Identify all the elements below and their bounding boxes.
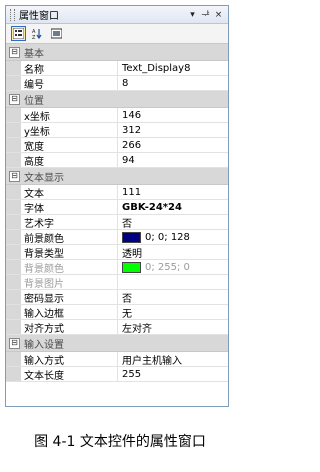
property-grid: ⊟ 基本 名称 Text_Display8 编号 8 ⊟ 位置 x坐标 146 … [6, 44, 228, 382]
property-name: 名称 [21, 61, 118, 76]
property-value[interactable]: GBK-24*24 [118, 200, 228, 214]
property-row-name[interactable]: 名称 Text_Display8 [6, 61, 228, 76]
category-label: 文本显示 [24, 172, 64, 184]
property-value[interactable]: 255 [118, 367, 228, 381]
category-position[interactable]: ⊟ 位置 [6, 91, 228, 108]
property-row-font[interactable]: 字体 GBK-24*24 [6, 200, 228, 215]
property-row-input-border[interactable]: 输入边框 无 [6, 305, 228, 320]
collapse-icon[interactable]: ⊟ [9, 170, 20, 182]
property-value[interactable]: 用户主机输入 [118, 352, 228, 367]
property-name: x坐标 [21, 108, 118, 123]
figure-caption: 图 4-1 文本控件的属性窗口 [34, 434, 206, 450]
category-label: 位置 [24, 95, 44, 107]
svg-text:Z: Z [32, 35, 36, 39]
property-name: 背景颜色 [21, 260, 118, 275]
color-value: 0; 0; 128 [145, 231, 190, 243]
property-name: 输入边框 [21, 305, 118, 320]
property-name: 字体 [21, 200, 118, 215]
property-name: 背景类型 [21, 245, 118, 260]
property-value[interactable]: Text_Display8 [118, 61, 228, 75]
property-value: 0; 255; 0 [118, 260, 228, 274]
category-input-settings[interactable]: ⊟ 输入设置 [6, 335, 228, 352]
category-label: 输入设置 [24, 339, 64, 351]
window-titlebar[interactable]: 属性窗口 ▾ ᅷ × [6, 6, 228, 24]
color-value: 0; 255; 0 [145, 261, 190, 273]
category-text-display[interactable]: ⊟ 文本显示 [6, 168, 228, 185]
property-name: 密码显示 [21, 290, 118, 305]
property-pages-icon[interactable] [49, 26, 64, 41]
property-name: 宽度 [21, 138, 118, 153]
property-row-width[interactable]: 宽度 266 [6, 138, 228, 153]
collapse-icon[interactable]: ⊟ [9, 93, 20, 105]
property-name: y坐标 [21, 123, 118, 138]
collapse-icon[interactable]: ⊟ [9, 337, 20, 349]
property-name: 对齐方式 [21, 320, 118, 335]
property-value[interactable]: 8 [118, 76, 228, 90]
property-row-text[interactable]: 文本 111 [6, 185, 228, 200]
property-value[interactable]: 否 [118, 215, 228, 230]
property-row-bg-image: 背景图片 [6, 275, 228, 290]
property-row-password[interactable]: 密码显示 否 [6, 290, 228, 305]
property-row-art-font[interactable]: 艺术字 否 [6, 215, 228, 230]
property-toolbar: AZ [6, 24, 228, 44]
property-row-align[interactable]: 对齐方式 左对齐 [6, 320, 228, 335]
sort-az-icon[interactable]: AZ [30, 26, 45, 41]
property-row-input-method[interactable]: 输入方式 用户主机输入 [6, 352, 228, 367]
property-name: 前景颜色 [21, 230, 118, 245]
properties-window: 属性窗口 ▾ ᅷ × AZ ⊟ 基本 名称 Text_Display8 编号 8 [5, 5, 229, 407]
property-name: 背景图片 [21, 275, 118, 290]
property-value[interactable]: 透明 [118, 245, 228, 260]
property-name: 文本长度 [21, 367, 118, 382]
property-name: 高度 [21, 153, 118, 168]
property-value[interactable]: 无 [118, 305, 228, 320]
property-row-fg-color[interactable]: 前景颜色 0; 0; 128 [6, 230, 228, 245]
property-value[interactable]: 0; 0; 128 [118, 230, 228, 244]
property-value[interactable]: 111 [118, 185, 228, 199]
category-basic[interactable]: ⊟ 基本 [6, 44, 228, 61]
property-row-x[interactable]: x坐标 146 [6, 108, 228, 123]
close-icon[interactable]: × [213, 10, 224, 20]
categorized-icon[interactable] [11, 26, 26, 41]
pin-icon[interactable]: ᅷ [200, 8, 211, 21]
property-name: 艺术字 [21, 215, 118, 230]
property-name: 输入方式 [21, 352, 118, 367]
property-value[interactable]: 266 [118, 138, 228, 152]
property-row-number[interactable]: 编号 8 [6, 76, 228, 91]
color-swatch[interactable] [122, 231, 141, 243]
property-name: 文本 [21, 185, 118, 200]
property-row-height[interactable]: 高度 94 [6, 153, 228, 168]
dropdown-icon[interactable]: ▾ [187, 10, 198, 20]
category-label: 基本 [24, 48, 44, 60]
property-value[interactable]: 否 [118, 290, 228, 305]
property-name: 编号 [21, 76, 118, 91]
collapse-icon[interactable]: ⊟ [9, 46, 20, 58]
property-row-bg-type[interactable]: 背景类型 透明 [6, 245, 228, 260]
property-row-text-length[interactable]: 文本长度 255 [6, 367, 228, 382]
color-swatch [122, 261, 141, 273]
property-value[interactable]: 146 [118, 108, 228, 122]
property-row-bg-color: 背景颜色 0; 255; 0 [6, 260, 228, 275]
property-value[interactable]: 312 [118, 123, 228, 137]
window-title: 属性窗口 [19, 11, 59, 22]
property-value [118, 275, 228, 289]
property-row-y[interactable]: y坐标 312 [6, 123, 228, 138]
property-value[interactable]: 94 [118, 153, 228, 167]
property-value[interactable]: 左对齐 [118, 320, 228, 335]
drag-grip[interactable] [10, 8, 15, 21]
